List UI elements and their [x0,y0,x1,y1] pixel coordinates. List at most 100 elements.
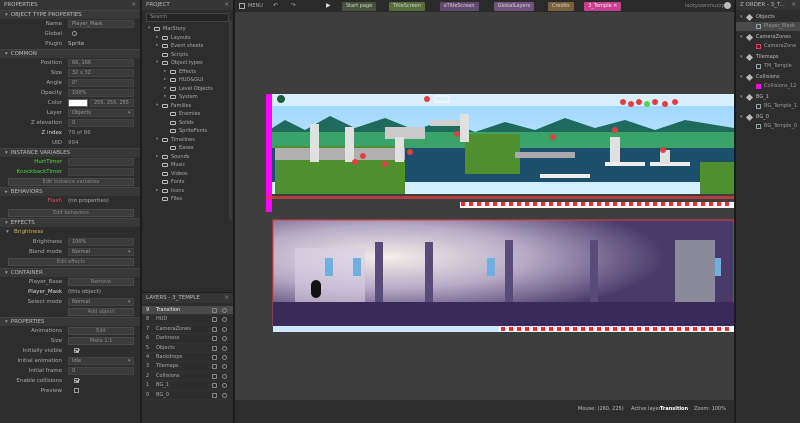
tab-layout[interactable]: TitleScreen [389,2,425,11]
position-field[interactable]: 66, 166 [68,59,134,67]
chevron-right-icon[interactable]: ▸ [156,34,158,43]
var-hurttimer-field[interactable] [68,158,134,166]
tab-layout[interactable]: Credits [548,2,574,11]
project-tree-item[interactable]: ▸ Event sheets [142,42,233,51]
color-field[interactable]: 255, 255, 255 [90,99,134,107]
visibility-check-icon[interactable] [222,317,227,323]
layer-item[interactable]: 9 Transition [142,306,233,316]
menu-button[interactable]: MENU [248,1,263,11]
var-knockback-field[interactable] [68,168,134,176]
name-field[interactable]: Player_Mask [68,20,134,28]
initial-frame-field[interactable]: 0 [68,367,134,375]
project-tree-item[interactable]: ▾ Families [142,102,233,111]
close-icon[interactable]: ✕ [791,0,796,10]
preview-checkbox[interactable] [74,388,79,393]
blend-select[interactable]: Normal [68,248,134,256]
layer-item[interactable]: 0 BG_0 [142,391,233,400]
visibility-check-icon[interactable] [222,336,227,342]
color-swatch[interactable] [68,99,88,107]
layer-item[interactable]: 3 Tilemaps [142,362,233,372]
project-tree-item[interactable]: ▸ Effects [142,68,233,77]
lock-icon[interactable] [212,326,217,332]
zorder-item[interactable]: BG_Temple_1 [736,102,800,111]
chevron-right-icon[interactable]: ▸ [164,76,166,85]
tab-layout[interactable]: eTitleScreen [439,2,479,11]
project-tree-item[interactable]: ▸ System [142,93,233,102]
remove-button[interactable]: Remove [68,278,134,286]
layer-item[interactable]: 8 HUD [142,315,233,325]
layer-item[interactable]: 4 Backdrops [142,353,233,363]
lock-icon[interactable] [212,373,217,379]
project-tree-item[interactable]: ▸ HUD&GUI [142,76,233,85]
close-icon[interactable]: ✕ [612,3,617,9]
project-tree-item[interactable]: Eases [142,144,233,153]
visibility-check-icon[interactable] [222,326,227,332]
lock-icon[interactable] [212,383,217,389]
add-object-button[interactable]: Add object [68,308,134,316]
project-tree-item[interactable]: SpriteFonts [142,127,233,136]
chevron-right-icon[interactable]: ▸ [156,187,158,196]
zorder-layer[interactable]: ▾ Tilemaps [736,53,800,62]
edit-animations-button[interactable]: Edit [68,327,134,335]
chevron-right-icon[interactable]: ▸ [164,68,166,77]
section-behaviors[interactable]: ▸ BEHAVIORS [0,187,140,196]
avatar[interactable] [724,2,731,9]
section-container[interactable]: ▾ CONTAINER [0,268,140,277]
visibility-check-icon[interactable] [222,373,227,379]
chevron-down-icon[interactable]: ▾ [740,53,743,62]
project-tree-item[interactable]: Scripts [142,51,233,60]
chevron-down-icon[interactable]: ▾ [156,136,158,145]
global-checkbox[interactable] [72,31,77,36]
zorder-layer[interactable]: ▾ BG_0 [736,113,800,122]
zorder-layer[interactable]: ▾ Objects [736,13,800,22]
zorder-layer[interactable]: ▾ Collisions [736,73,800,82]
layer-item[interactable]: 7 CameraZones [142,325,233,335]
chevron-down-icon[interactable]: ▾ [156,102,158,111]
layer-select[interactable]: Objects [68,109,134,117]
lock-icon[interactable] [212,336,217,342]
section-object-props[interactable]: ▾ OBJECT TYPE PROPERTIES [0,10,140,19]
enable-collisions-checkbox[interactable] [74,378,79,383]
section-effects[interactable]: ▾ EFFECTS [0,218,140,227]
visibility-check-icon[interactable] [222,354,227,360]
make-1-1-button[interactable]: Make 1:1 [68,337,134,345]
save-icon[interactable] [239,3,245,9]
zorder-layer[interactable]: ▾ CameraZones [736,33,800,42]
chevron-right-icon[interactable]: ▸ [164,93,166,102]
project-tree-item[interactable]: ▾ MarStory [142,25,233,34]
edit-effects-button[interactable]: Edit effects [8,258,134,266]
visibility-check-icon[interactable] [222,364,227,370]
layout-viewport[interactable] [235,12,734,400]
undo-icon[interactable]: ↶ [273,1,278,11]
zorder-item[interactable]: TM_Temple [736,62,800,71]
project-tree-item[interactable]: ▸ Level Objects [142,85,233,94]
lock-icon[interactable] [212,345,217,351]
tab-layout[interactable]: 3_Temple ✕ [584,2,622,11]
project-tree-item[interactable]: ▾ Object types [142,59,233,68]
visibility-check-icon[interactable] [222,383,227,389]
visibility-check-icon[interactable] [222,392,227,398]
zorder-item[interactable]: Collisions_12 [736,82,800,91]
initially-visible-checkbox[interactable] [74,348,79,353]
chevron-down-icon[interactable]: ▾ [740,33,743,42]
project-tree-item[interactable]: Solids [142,119,233,128]
layer-item[interactable]: 2 Collisions [142,372,233,382]
project-tree-item[interactable]: Files [142,195,233,204]
zelev-field[interactable]: 0 [68,119,134,127]
project-tree-item[interactable]: Videos [142,170,233,179]
edit-vars-button[interactable]: Edit instance variables [8,178,134,186]
chevron-down-icon[interactable]: ▾ [156,59,158,68]
zorder-item[interactable]: CameraZone [736,42,800,51]
project-tree-item[interactable]: ▸ Layouts [142,34,233,43]
close-icon[interactable]: ✕ [131,0,136,10]
project-tree-item[interactable]: Enemies [142,110,233,119]
section-common[interactable]: ▾ COMMON [0,49,140,58]
project-tree-item[interactable]: Music [142,161,233,170]
tab-layout[interactable]: GlobalLayers [493,2,535,11]
tab-layout[interactable]: Start page [342,2,377,11]
layer-item[interactable]: 1 BG_1 [142,381,233,391]
initial-animation-select[interactable]: Idle [68,357,134,365]
visibility-check-icon[interactable] [222,308,227,313]
chevron-down-icon[interactable]: ▾ [740,73,743,82]
chevron-down-icon[interactable]: ▾ [740,93,743,102]
